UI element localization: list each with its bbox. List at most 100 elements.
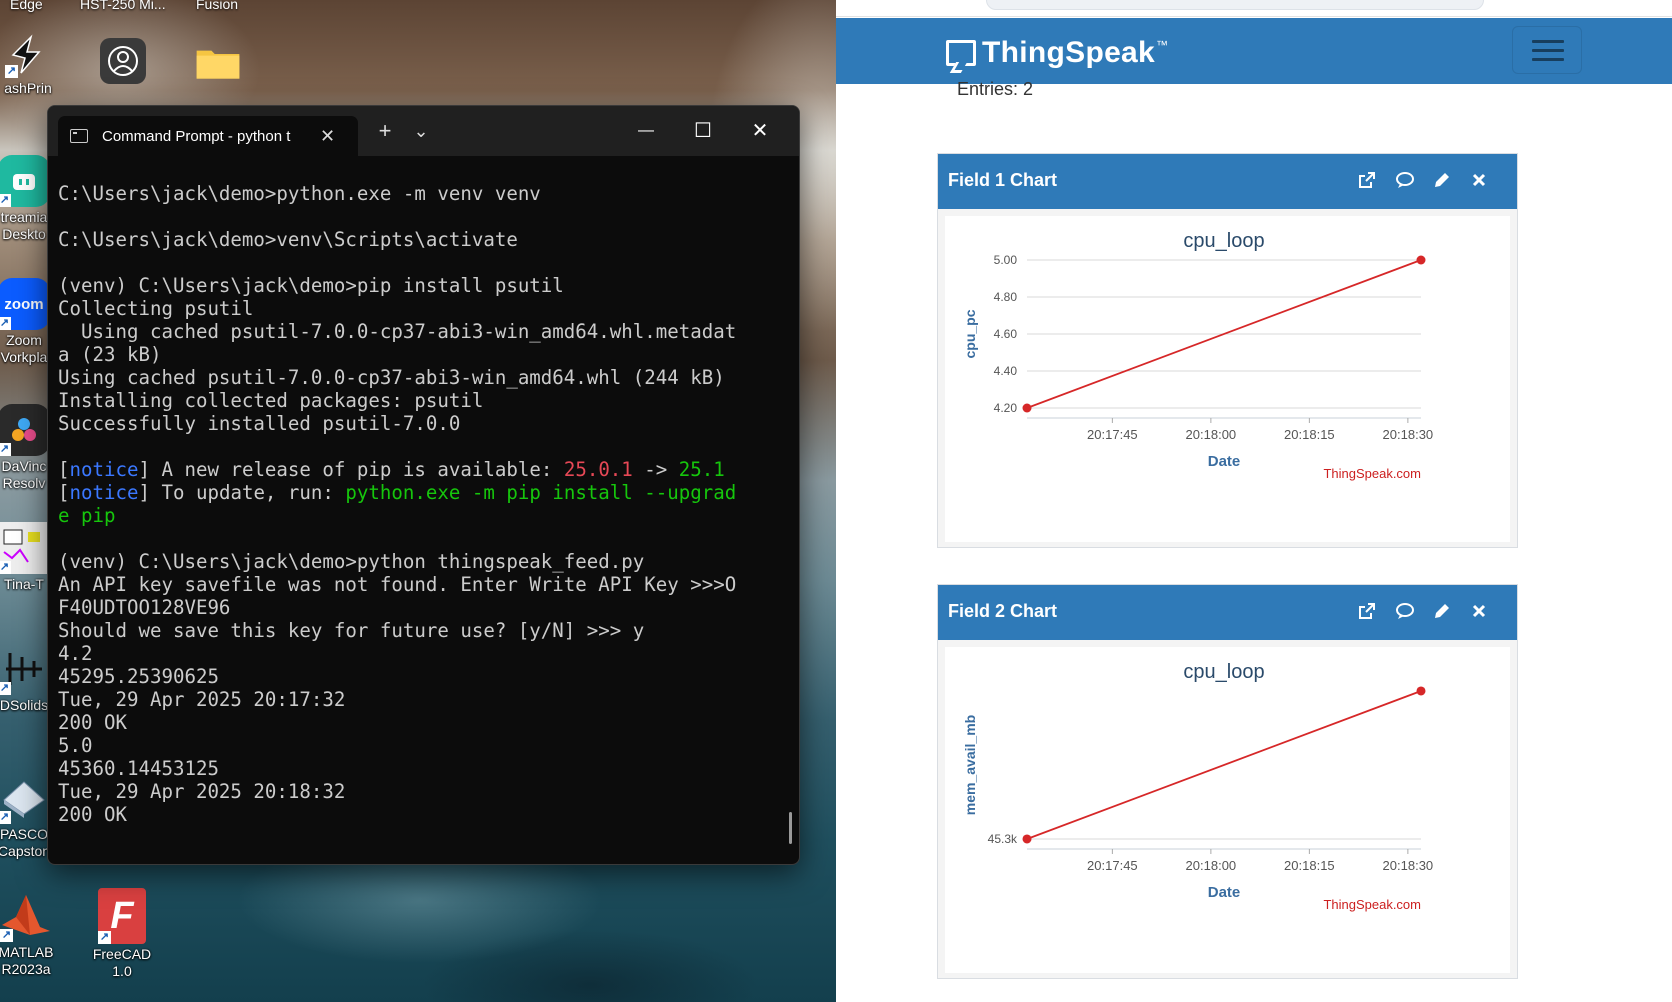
- close-icon[interactable]: [1469, 170, 1491, 192]
- logo-text: ThingSpeak: [982, 36, 1156, 69]
- terminal-text: Collecting psutil: [58, 297, 254, 320]
- user-circle-icon: [100, 38, 146, 84]
- terminal-line: [notice] To update, run: python.exe -m p…: [58, 481, 799, 504]
- terminal-text: [: [58, 458, 70, 481]
- terminal-line: An API key savefile was not found. Enter…: [58, 573, 799, 596]
- flashprint-icon: ↗: [5, 32, 51, 78]
- desktop-icon-matlab[interactable]: ↗ MATLAB R2023a: [0, 890, 64, 978]
- terminal-text: 45360.14453125: [58, 757, 219, 780]
- browser-window: ThingSpeak ™ Entries: 2 Field 1 Chart cp…: [836, 0, 1672, 1002]
- davinci-resolve-icon: ↗: [0, 404, 50, 456]
- new-tab-button[interactable]: +: [370, 116, 400, 146]
- panel-header: Field 2 Chart: [938, 585, 1517, 640]
- tab-dropdown-button[interactable]: ⌄: [406, 116, 436, 146]
- comment-icon[interactable]: [1395, 170, 1417, 192]
- edit-pencil-icon[interactable]: [1432, 170, 1454, 192]
- minimize-button[interactable]: —: [618, 106, 674, 156]
- terminal-line: e pip: [58, 504, 799, 527]
- shortcut-arrow-icon: ↗: [0, 194, 11, 207]
- tab-close-icon[interactable]: ✕: [320, 126, 335, 147]
- terminal-text: Tue, 29 Apr 2025 20:17:32: [58, 688, 346, 711]
- shortcut-arrow-icon: ↗: [0, 443, 11, 456]
- edit-pencil-icon[interactable]: [1432, 601, 1454, 623]
- x-tick-label: 20:18:00: [1186, 858, 1237, 873]
- terminal-titlebar[interactable]: Command Prompt - python t ✕ + ⌄ — ☐ ✕: [48, 106, 799, 156]
- thingspeak-logo[interactable]: ThingSpeak ™: [946, 36, 1168, 70]
- desktop-label-hst[interactable]: HST-250 Mi...: [80, 0, 166, 12]
- terminal-text: 25.1: [678, 458, 725, 481]
- menu-toggle-button[interactable]: [1512, 26, 1582, 74]
- open-external-icon[interactable]: [1357, 601, 1379, 623]
- terminal-scrollbar[interactable]: [789, 812, 792, 844]
- terminal-tab[interactable]: Command Prompt - python t ✕: [58, 116, 358, 156]
- terminal-line: 4.2: [58, 642, 799, 665]
- desktop-icon-label: ashPrin: [4, 80, 52, 96]
- x-axis-title: Date: [1208, 884, 1241, 901]
- field-1-chart[interactable]: cpu_loop 4.20 4.40 4.60 4.80 5.00 20:17:45 20:1…: [945, 216, 1510, 542]
- terminal-window[interactable]: Command Prompt - python t ✕ + ⌄ — ☐ ✕ C:…: [47, 105, 800, 865]
- matlab-icon: ↗: [0, 890, 52, 942]
- close-icon[interactable]: [1469, 601, 1491, 623]
- desktop-icon-folder[interactable]: [180, 40, 256, 86]
- terminal-text: a (23 kB): [58, 343, 162, 366]
- desktop-icon-flashprint[interactable]: ↗ ashPrin: [0, 32, 66, 97]
- desktop-icon-label: FreeCAD 1.0: [92, 946, 152, 979]
- field-2-chart[interactable]: cpu_loop 45.3k 20:17:45 20:18:00 20:18:15 20:…: [945, 647, 1510, 973]
- y-tick-label: 4.20: [994, 401, 1018, 415]
- terminal-line: 45360.14453125: [58, 757, 799, 780]
- x-tick-label: 20:17:45: [1087, 858, 1138, 873]
- shortcut-arrow-icon: ↗: [5, 65, 18, 78]
- terminal-text: (venv) C:\Users\jack\demo>python thingsp…: [58, 550, 645, 573]
- terminal-line: (venv) C:\Users\jack\demo>pip install ps…: [58, 274, 799, 297]
- x-tick-label: 20:17:45: [1087, 427, 1138, 442]
- terminal-text: C:\Users\jack\demo>venv\Scripts\activate: [58, 228, 518, 251]
- open-external-icon[interactable]: [1357, 170, 1379, 192]
- browser-toolbar: [836, 0, 1672, 17]
- thingspeak-navbar: ThingSpeak ™: [836, 18, 1672, 84]
- dsolids-icon: ↗: [0, 643, 50, 695]
- terminal-text: 25.0.1: [563, 458, 633, 481]
- terminal-text: Successfully installed psutil-7.0.0: [58, 412, 461, 435]
- y-tick-label: 4.60: [994, 327, 1018, 341]
- freecad-icon: F ↗: [98, 888, 146, 944]
- panel-title: Field 1 Chart: [948, 170, 1058, 190]
- chart-area: cpu_loop 45.3k 20:17:45 20:18:00 20:18:15 20:…: [945, 647, 1510, 973]
- comment-icon[interactable]: [1395, 601, 1417, 623]
- address-bar[interactable]: [986, 0, 1484, 10]
- field-1-chart-panel: Field 1 Chart cpu_loop 4.20 4.40 4.60 4.80 5.…: [937, 153, 1518, 548]
- terminal-text: Using cached psutil-7.0.0-cp37-abi3-win_…: [58, 320, 737, 343]
- data-point: [1416, 255, 1426, 265]
- desktop-label-edge[interactable]: Edge: [10, 0, 43, 12]
- terminal-text: (venv) C:\Users\jack\demo>pip install ps…: [58, 274, 564, 297]
- hamburger-bar: [1532, 49, 1564, 52]
- terminal-output[interactable]: C:\Users\jack\demo>python.exe -m venv ve…: [48, 156, 799, 864]
- maximize-button[interactable]: ☐: [675, 106, 731, 156]
- terminal-text: python.exe -m pip install --upgrad: [345, 481, 737, 504]
- y-axis-title: mem_avail_mb: [962, 715, 978, 815]
- terminal-text: [: [58, 481, 70, 504]
- shortcut-arrow-icon: ↗: [0, 561, 11, 574]
- hamburger-bar: [1532, 40, 1564, 43]
- data-point: [1022, 834, 1032, 844]
- close-button[interactable]: ✕: [732, 106, 788, 156]
- terminal-text: ] To update, run:: [138, 481, 346, 504]
- panel-title: Field 2 Chart: [948, 601, 1058, 621]
- x-tick-label: 20:18:30: [1383, 427, 1434, 442]
- x-tick-label: 20:18:00: [1186, 427, 1237, 442]
- terminal-line: F40UDTOO128VE96: [58, 596, 799, 619]
- terminal-line: C:\Users\jack\demo>venv\Scripts\activate: [58, 228, 799, 251]
- terminal-line: Collecting psutil: [58, 297, 799, 320]
- zoom-icon-text: zoom: [4, 295, 44, 313]
- terminal-text: F40UDTOO128VE96: [58, 596, 231, 619]
- chart-title: cpu_loop: [1183, 230, 1264, 252]
- desktop-icon-account[interactable]: [85, 38, 161, 84]
- desktop-icon-freecad[interactable]: F ↗ FreeCAD 1.0: [84, 888, 160, 980]
- freecad-icon-text: F: [110, 894, 134, 937]
- desktop-wallpaper: Edge HST-250 Mi... Fusion ↗ ashPrin ↗ tr…: [0, 0, 836, 1002]
- desktop-label-fusion[interactable]: Fusion: [196, 0, 238, 12]
- data-point: [1022, 403, 1032, 413]
- chart-credit-link: ThingSpeak.com: [1323, 897, 1421, 912]
